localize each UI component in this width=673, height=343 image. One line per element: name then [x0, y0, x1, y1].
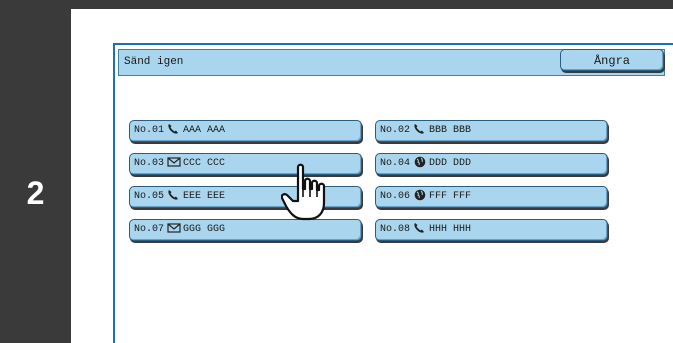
globe-icon [413, 156, 427, 168]
panel-title: Sänd igen [124, 56, 184, 68]
destination-name: AAA AAA [183, 125, 226, 136]
step-number: 2 [26, 175, 45, 211]
step-bar [0, 0, 71, 343]
globe-icon [413, 189, 427, 201]
undo-button[interactable]: Ångra [560, 49, 664, 71]
destination-number: No.08 [380, 224, 411, 235]
phone-icon [167, 189, 181, 201]
destination-button-08[interactable]: No.08 HHH HHH [375, 219, 608, 241]
destination-number: No.01 [134, 125, 165, 136]
destination-number: No.07 [134, 224, 165, 235]
destination-number: No.04 [380, 158, 411, 169]
destination-button-02[interactable]: No.02 BBB BBB [375, 120, 608, 142]
destination-name: FFF FFF [429, 191, 472, 202]
top-rule [71, 0, 673, 9]
destination-button-01[interactable]: No.01 AAA AAA [129, 120, 362, 142]
envelope-icon [167, 156, 181, 168]
phone-icon [413, 123, 427, 135]
pointing-hand-icon [281, 163, 326, 221]
destination-name: DDD DDD [429, 158, 472, 169]
destination-name: GGG GGG [183, 224, 226, 235]
envelope-icon [167, 222, 181, 234]
destination-number: No.03 [134, 158, 165, 169]
phone-icon [413, 222, 427, 234]
destination-name: EEE EEE [183, 191, 226, 202]
destination-number: No.02 [380, 125, 411, 136]
destination-number: No.05 [134, 191, 165, 202]
destination-button-04[interactable]: No.04 DDD DDD [375, 153, 608, 175]
phone-icon [167, 123, 181, 135]
destination-name: BBB BBB [429, 125, 472, 136]
destination-number: No.06 [380, 191, 411, 202]
destination-button-06[interactable]: No.06 FFF FFF [375, 186, 608, 208]
destination-name: HHH HHH [429, 224, 472, 235]
destination-name: CCC CCC [183, 158, 226, 169]
